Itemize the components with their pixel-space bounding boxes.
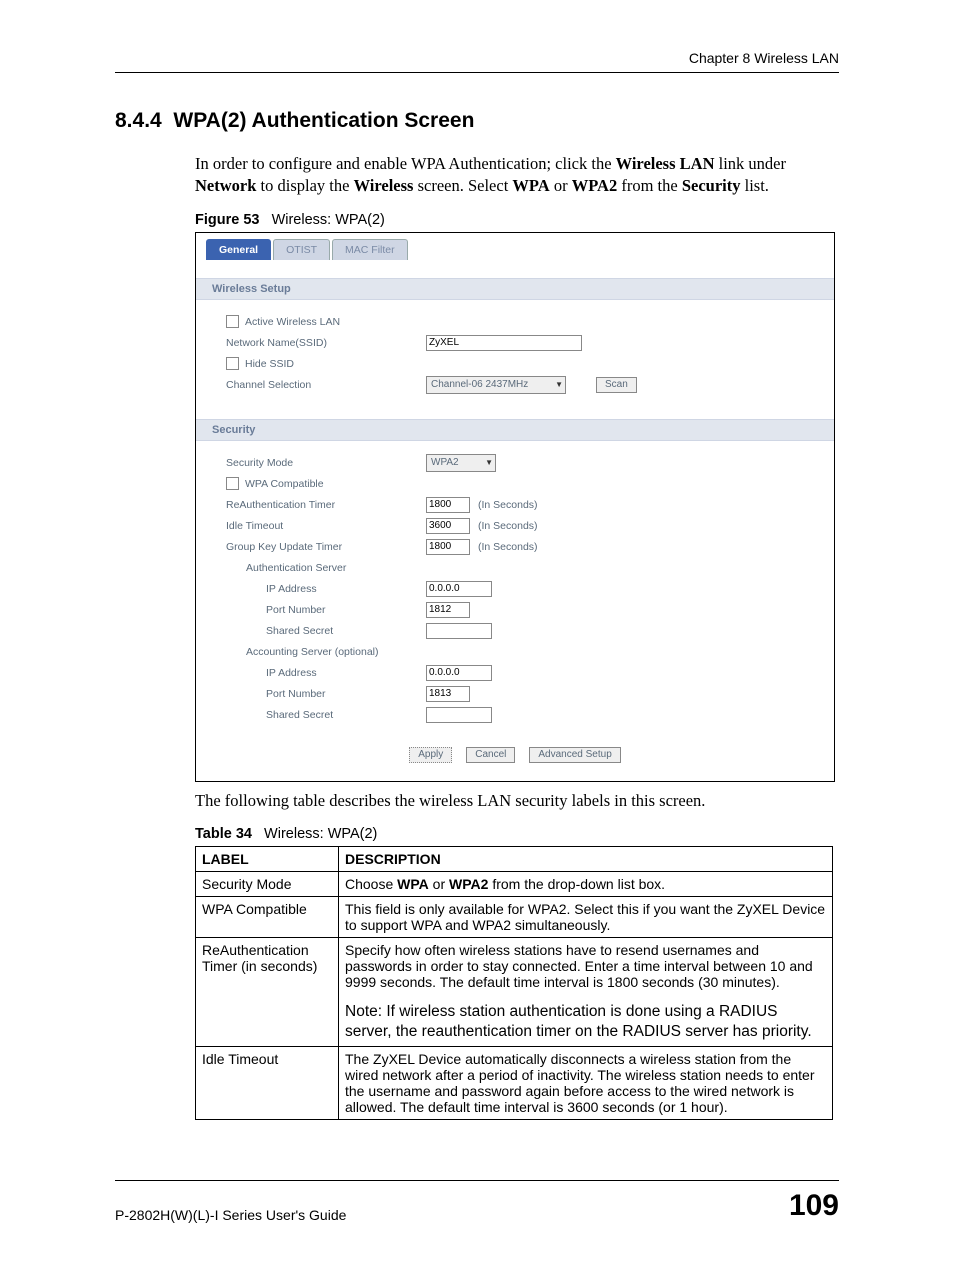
apply-button[interactable]: Apply (409, 747, 452, 763)
input-auth-port[interactable] (426, 602, 470, 618)
tab-general[interactable]: General (206, 239, 271, 260)
table-row: Security Mode Choose WPA or WPA2 from th… (196, 871, 833, 896)
suffix-seconds-3: (In Seconds) (478, 541, 538, 553)
section-bar-security: Security (196, 419, 834, 441)
row2-desc: Specify how often wireless stations have… (339, 937, 833, 1046)
label-acct-ip: IP Address (226, 667, 426, 679)
label-idle: Idle Timeout (226, 520, 426, 532)
suffix-seconds-1: (In Seconds) (478, 499, 538, 511)
label-gku: Group Key Update Timer (226, 541, 426, 553)
input-reauth[interactable] (426, 497, 470, 513)
label-ssid: Network Name(SSID) (226, 337, 426, 349)
input-acct-port[interactable] (426, 686, 470, 702)
section-number: 8.4.4 (115, 109, 162, 132)
section-title: WPA(2) Authentication Screen (173, 109, 474, 132)
row0-label: Security Mode (196, 871, 339, 896)
checkbox-active-wlan[interactable] (226, 315, 239, 328)
table-row: ReAuthentication Timer (in seconds) Spec… (196, 937, 833, 1046)
th-description: DESCRIPTION (339, 846, 833, 871)
label-auth-secret: Shared Secret (226, 625, 426, 637)
select-security-mode[interactable]: WPA2 (426, 454, 496, 472)
row2-note: Note: If wireless station authentication… (345, 1002, 826, 1042)
label-wpa-compatible: WPA Compatible (245, 478, 324, 490)
section-bar-wireless: Wireless Setup (196, 278, 834, 300)
checkbox-hide-ssid[interactable] (226, 357, 239, 370)
figure-screenshot: General OTIST MAC Filter Wireless Setup … (195, 232, 835, 782)
cancel-button[interactable]: Cancel (466, 747, 515, 763)
th-label: LABEL (196, 846, 339, 871)
row3-desc: The ZyXEL Device automatically disconnec… (339, 1047, 833, 1120)
row2-label: ReAuthentication Timer (in seconds) (196, 937, 339, 1046)
footer-guide: P-2802H(W)(L)-I Series User's Guide (115, 1207, 346, 1223)
running-header: Chapter 8 Wireless LAN (115, 50, 839, 73)
footer-page-number: 109 (789, 1189, 839, 1223)
label-reauth: ReAuthentication Timer (226, 499, 426, 511)
row1-desc: This field is only available for WPA2. S… (339, 896, 833, 937)
intro-paragraph: In order to configure and enable WPA Aut… (195, 153, 839, 198)
input-idle[interactable] (426, 518, 470, 534)
description-table: LABEL DESCRIPTION Security Mode Choose W… (195, 846, 833, 1120)
input-ssid[interactable] (426, 335, 582, 351)
input-auth-ip[interactable] (426, 581, 492, 597)
section-heading: 8.4.4 WPA(2) Authentication Screen (115, 109, 839, 133)
label-security-mode: Security Mode (226, 457, 426, 469)
figure-caption: Figure 53 Wireless: WPA(2) (195, 212, 839, 228)
suffix-seconds-2: (In Seconds) (478, 520, 538, 532)
checkbox-wpa-compatible[interactable] (226, 477, 239, 490)
label-acct-port: Port Number (226, 688, 426, 700)
row1-label: WPA Compatible (196, 896, 339, 937)
input-acct-ip[interactable] (426, 665, 492, 681)
label-acct-server: Accounting Server (optional) (226, 646, 426, 658)
input-auth-secret[interactable] (426, 623, 492, 639)
advanced-button[interactable]: Advanced Setup (529, 747, 620, 763)
label-acct-secret: Shared Secret (226, 709, 426, 721)
row0-desc: Choose WPA or WPA2 from the drop-down li… (339, 871, 833, 896)
post-figure-text: The following table describes the wirele… (195, 790, 839, 812)
input-acct-secret[interactable] (426, 707, 492, 723)
tab-otist[interactable]: OTIST (273, 239, 330, 260)
table-caption: Table 34 Wireless: WPA(2) (195, 826, 839, 842)
label-auth-server: Authentication Server (226, 562, 426, 574)
label-active-wlan: Active Wireless LAN (245, 316, 340, 328)
table-row: Idle Timeout The ZyXEL Device automatica… (196, 1047, 833, 1120)
label-channel: Channel Selection (226, 379, 426, 391)
input-gku[interactable] (426, 539, 470, 555)
tab-strip: General OTIST MAC Filter (196, 233, 834, 260)
label-auth-ip: IP Address (226, 583, 426, 595)
scan-button[interactable]: Scan (596, 377, 637, 393)
label-auth-port: Port Number (226, 604, 426, 616)
select-channel[interactable]: Channel-06 2437MHz (426, 376, 566, 394)
table-row: WPA Compatible This field is only availa… (196, 896, 833, 937)
label-hide-ssid: Hide SSID (245, 358, 294, 370)
row3-label: Idle Timeout (196, 1047, 339, 1120)
tab-mac-filter[interactable]: MAC Filter (332, 239, 408, 260)
